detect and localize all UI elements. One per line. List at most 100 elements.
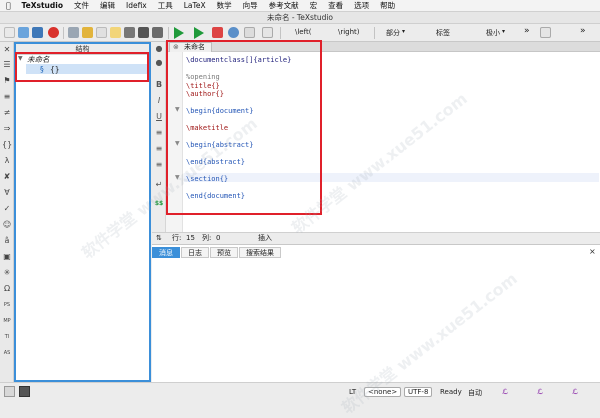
special-chars-icon[interactable]: ▣ bbox=[2, 252, 12, 262]
column-label: 列: bbox=[202, 234, 212, 242]
menu-bibliography[interactable]: 参考文献 bbox=[269, 0, 299, 11]
window-title: 未命名 - TeXstudio bbox=[0, 12, 600, 24]
view-icon[interactable] bbox=[228, 27, 239, 38]
auto-mode: 自动 bbox=[468, 389, 482, 397]
table-icon[interactable] bbox=[540, 27, 551, 38]
menu-app-name[interactable]: TeXstudio bbox=[22, 1, 63, 10]
bookmark-icon[interactable]: ● bbox=[154, 58, 164, 67]
toolbar-separator bbox=[280, 27, 281, 39]
menu-latex[interactable]: LaTeX bbox=[184, 1, 206, 10]
size-dropdown[interactable]: 极小 bbox=[486, 28, 500, 38]
new-file-icon[interactable] bbox=[4, 27, 15, 38]
menu-macro[interactable]: 宏 bbox=[310, 0, 318, 11]
menu-options[interactable]: 选项 bbox=[354, 0, 369, 11]
pdf-icon[interactable] bbox=[262, 27, 273, 38]
arrow-icon[interactable]: ⇒ bbox=[2, 124, 12, 134]
structure-highlight bbox=[15, 52, 149, 82]
structure-panel: 结构 bbox=[14, 42, 151, 382]
pstricks-icon[interactable]: PS bbox=[2, 300, 12, 310]
menu-wizard[interactable]: 向导 bbox=[243, 0, 258, 11]
stop-icon[interactable] bbox=[212, 27, 223, 38]
open-file-icon[interactable] bbox=[18, 27, 29, 38]
menu-tools[interactable]: 工具 bbox=[158, 0, 173, 11]
toggle-messages-icon[interactable] bbox=[19, 386, 30, 397]
relation-icon[interactable]: ≠ bbox=[2, 108, 12, 118]
languagetool-label: LT bbox=[349, 388, 357, 396]
menu-idefix[interactable]: Idefix bbox=[126, 1, 147, 10]
sort-icon[interactable]: ⇅ bbox=[156, 233, 162, 244]
editor-status-line: ⇅ 行: 15 列: 0 插入 bbox=[152, 232, 600, 244]
toolbar-overflow-button[interactable]: » bbox=[524, 26, 530, 36]
symbol-icon[interactable]: ✳ bbox=[2, 268, 12, 278]
section-dropdown[interactable]: 部分 bbox=[386, 28, 400, 38]
italic-icon[interactable]: I bbox=[154, 96, 164, 105]
toolbar-overflow-right-button[interactable]: » bbox=[580, 26, 586, 36]
checkmark-icon[interactable]: ✓ bbox=[2, 204, 12, 214]
row-label: 行: bbox=[172, 234, 182, 242]
undo-icon[interactable] bbox=[68, 27, 79, 38]
tab-preview[interactable]: 预览 bbox=[210, 247, 238, 258]
spell-icon[interactable] bbox=[138, 27, 149, 38]
lambda-icon[interactable]: λ bbox=[2, 156, 12, 166]
status-bar: LT <none> UTF-8 Ready 自动 ℒ ℒ ℒ bbox=[0, 382, 600, 402]
forall-icon[interactable]: ∀ bbox=[2, 188, 12, 198]
compile-icon[interactable] bbox=[194, 27, 204, 39]
greek-icon[interactable]: Ω bbox=[2, 284, 12, 294]
messages-panel bbox=[152, 244, 600, 382]
encoding-dropdown[interactable]: UTF-8 bbox=[404, 387, 433, 397]
dictionary-dropdown[interactable]: <none> bbox=[364, 387, 402, 397]
chevron-down-icon[interactable]: ▾ bbox=[402, 28, 405, 35]
close-icon[interactable]: ✕ bbox=[2, 45, 12, 55]
metapost-icon[interactable]: MP bbox=[2, 316, 12, 326]
bookmark-icon[interactable]: ⚑ bbox=[2, 76, 12, 86]
close-file-icon[interactable] bbox=[48, 27, 59, 38]
close-icon[interactable]: × bbox=[589, 247, 596, 256]
side-panel-strip: ✕ ☰ ⚑ ≡ ≠ ⇒ {} λ ✘ ∀ ✓ ☺ â ▣ ✳ Ω PS MP T… bbox=[0, 42, 14, 382]
status-ready: Ready bbox=[440, 388, 462, 396]
tab-log[interactable]: 日志 bbox=[181, 247, 209, 258]
braces-icon[interactable]: {} bbox=[2, 140, 12, 150]
copy-icon[interactable] bbox=[96, 27, 107, 38]
align-center-icon[interactable]: ≡ bbox=[154, 144, 164, 153]
menu-view[interactable]: 查看 bbox=[328, 0, 343, 11]
asymptote-icon[interactable]: AS bbox=[2, 348, 12, 358]
fit-page-icon[interactable]: ℒ bbox=[502, 388, 508, 396]
log-icon[interactable] bbox=[244, 27, 255, 38]
align-left-icon[interactable]: ≡ bbox=[154, 128, 164, 137]
menu-help[interactable]: 帮助 bbox=[380, 0, 395, 11]
zoom-icon[interactable]: ℒ bbox=[572, 388, 578, 396]
paste-icon[interactable] bbox=[110, 27, 121, 38]
bold-icon[interactable]: B bbox=[154, 80, 164, 89]
accent-icon[interactable]: â bbox=[2, 236, 12, 246]
tab-messages[interactable]: 消息 bbox=[152, 247, 180, 258]
chevron-down-icon[interactable]: ▾ bbox=[502, 28, 505, 35]
toggle-structure-icon[interactable] bbox=[4, 386, 15, 397]
build-view-icon[interactable] bbox=[174, 27, 184, 39]
left-paren-button[interactable]: \left( bbox=[295, 28, 311, 36]
label-dropdown[interactable]: 标签 bbox=[436, 28, 450, 38]
bookmark-icon[interactable]: ● bbox=[154, 44, 164, 53]
structure-icon[interactable]: ☰ bbox=[2, 60, 12, 70]
editor-highlight bbox=[166, 40, 322, 215]
toolbar-separator bbox=[168, 27, 169, 39]
menu-edit[interactable]: 编辑 bbox=[100, 0, 115, 11]
right-paren-button[interactable]: \right) bbox=[338, 28, 360, 36]
menu-math[interactable]: 数学 bbox=[217, 0, 232, 11]
find-icon[interactable] bbox=[124, 27, 135, 38]
smiley-icon[interactable]: ☺ bbox=[2, 220, 12, 230]
toolbar-separator bbox=[63, 27, 64, 39]
cross-icon[interactable]: ✘ bbox=[2, 172, 12, 182]
align-icon[interactable]: ≡ bbox=[2, 92, 12, 102]
apple-icon[interactable]:  bbox=[6, 1, 11, 10]
align-right-icon[interactable]: ≡ bbox=[154, 160, 164, 169]
underline-icon[interactable]: U bbox=[154, 112, 164, 121]
save-icon[interactable] bbox=[32, 27, 43, 38]
fit-width-icon[interactable]: ℒ bbox=[537, 388, 543, 396]
menu-file[interactable]: 文件 bbox=[74, 0, 89, 11]
tikz-icon[interactable]: TI bbox=[2, 332, 12, 342]
newline-icon[interactable]: ↵ bbox=[154, 180, 164, 189]
latex-icon[interactable] bbox=[152, 27, 163, 38]
cut-icon[interactable] bbox=[82, 27, 93, 38]
tab-search-results[interactable]: 搜索结果 bbox=[239, 247, 281, 258]
math-mode-icon[interactable]: $$ bbox=[154, 200, 164, 207]
